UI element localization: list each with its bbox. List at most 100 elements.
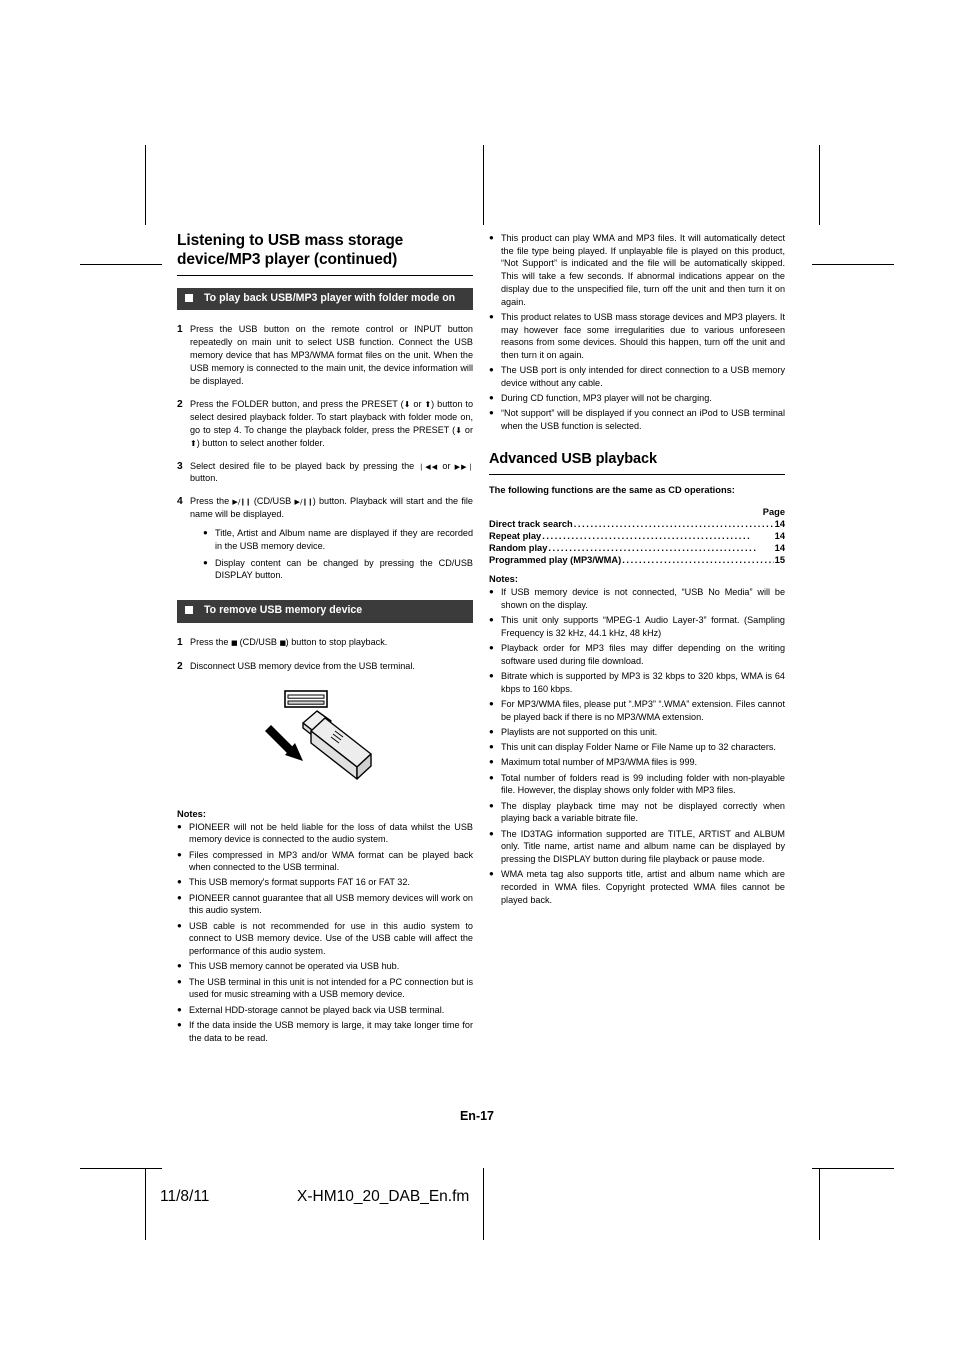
usb-general-notes-list: ● This product can play WMA and MP3 files…: [489, 232, 785, 433]
bullet-icon: ●: [489, 800, 494, 810]
bullet-icon: ●: [489, 757, 494, 767]
list-item-text: This USB memory cannot be operated via U…: [189, 961, 400, 972]
step-number: 1: [177, 324, 183, 336]
list-item: ● The USB port is only intended for direc…: [489, 364, 785, 389]
toc-row: Repeat play ............................…: [489, 530, 785, 542]
list-item: ● The display playback time may not be di…: [489, 800, 785, 825]
list-item-text: For MP3/WMA files, please put “.MP3” “.W…: [501, 698, 785, 722]
list-item: ● This USB memory cannot be operated via …: [177, 960, 473, 973]
toc-label: Programmed play (MP3/WMA): [489, 555, 622, 566]
remove-step-1-part-c: ) button to stop playback.: [285, 636, 388, 647]
toc-leader-dots: ........................................…: [542, 530, 752, 541]
footer-rule-left: [145, 1168, 146, 1240]
list-item: ● WMA meta tag also supports title, artis…: [489, 868, 785, 906]
bullet-icon: ●: [203, 528, 208, 538]
bullet-icon: ●: [489, 615, 494, 625]
remove-step-1: 1 Press the ■ (CD/USB ■) button to stop …: [177, 636, 473, 650]
left-notes-list: ● PIONEER will not be held liable for the…: [177, 821, 473, 1045]
list-item-text: PIONEER cannot guarantee that all USB me…: [189, 892, 473, 916]
list-item-text: External HDD-storage cannot be played ba…: [189, 1004, 445, 1015]
advanced-usb-playback-title: Advanced USB playback: [489, 450, 657, 467]
list-item: ● The USB terminal in this unit is not in…: [177, 976, 473, 1001]
list-item: ● During CD function, MP3 player will not…: [489, 392, 785, 405]
square-bullet-icon: [185, 293, 193, 302]
step-1: 1 Press the USB button on the remote con…: [177, 323, 473, 388]
toc-page-number: 14: [774, 542, 785, 553]
square-bullet-icon: [185, 606, 193, 615]
remove-step-1-part-b: (CD/USB: [237, 636, 280, 647]
play-pause-icon: ▶/❙❙: [294, 498, 314, 507]
bullet-icon: ●: [489, 393, 494, 403]
step-2-part-e: ) button to select another folder.: [196, 437, 325, 448]
list-item: ● Maximum total number of MP3/WMA files i…: [489, 756, 785, 769]
left-column: Listening to USB mass storage device/MP3…: [177, 232, 474, 1047]
step-3-part-b: or: [438, 460, 455, 471]
bullet-icon: ●: [489, 643, 494, 652]
bullet-icon: ●: [177, 877, 182, 887]
list-item: ● USB cable is not recommended for use in…: [177, 920, 473, 958]
footer-band: 11/8/11 X-HM10_20_DAB_En.fm: [0, 1168, 954, 1240]
list-item-text: The USB terminal in this unit is not int…: [189, 976, 473, 1000]
footer-date: 11/8/11: [160, 1188, 210, 1205]
list-item-text: The ID3TAG information supported are TIT…: [501, 828, 785, 865]
step-3-part-c: button.: [190, 473, 218, 484]
toc-label: Random play: [489, 542, 548, 553]
bullet-icon: ●: [177, 849, 182, 859]
bullet-icon: ●: [489, 869, 494, 879]
step-text: Press the ■ (CD/USB ■) button to stop pl…: [190, 636, 473, 650]
list-item-text: Title, Artist and Album name are display…: [215, 528, 473, 551]
toc-row: Random play ............................…: [489, 542, 785, 554]
step-2-part-d: or: [461, 424, 473, 435]
bullet-icon: ●: [177, 1019, 182, 1029]
toc-label: Repeat play: [489, 530, 542, 541]
preset-down-icon: ⬇: [455, 425, 462, 435]
bullet-icon: ●: [177, 821, 182, 831]
bullet-icon: ●: [177, 1004, 182, 1014]
step-text: Select desired file to be played back by…: [190, 460, 474, 486]
bullet-icon: ●: [489, 408, 494, 418]
banner-label: To play back USB/MP3 player with folder …: [204, 291, 456, 304]
advanced-intro-text: The following functions are the same as …: [489, 484, 735, 495]
list-item-text: If the data inside the USB memory is lar…: [189, 1019, 473, 1043]
bullet-icon: ●: [489, 698, 494, 708]
preset-up-icon: ⬆: [190, 438, 197, 448]
bullet-icon: ●: [177, 892, 182, 902]
banner-play-back-folder-mode: To play back USB/MP3 player with folder …: [177, 287, 473, 311]
step-4-sub-bullets: ● Title, Artist and Album name are displ…: [203, 527, 473, 582]
list-item-text: “Not support” will be displayed if you c…: [501, 408, 785, 432]
list-item: ● “Not support” will be displayed if you …: [489, 407, 785, 432]
list-item-text: This product can play WMA and MP3 files.…: [501, 233, 785, 307]
bullet-icon: ●: [489, 311, 494, 321]
page-folio: En-17: [459, 1109, 495, 1123]
bullet-icon: ●: [177, 920, 182, 930]
play-pause-icon: ▶/❙❙: [232, 498, 251, 507]
footer-rule-right: [819, 1168, 820, 1240]
bullet-icon: ●: [489, 726, 494, 736]
usb-removal-figure-svg: [265, 689, 372, 780]
list-item: ● If USB memory device is not connected, …: [489, 586, 785, 611]
bullet-icon: ●: [489, 828, 494, 838]
list-item: ● This product can play WMA and MP3 files…: [489, 232, 785, 308]
bullet-icon: ●: [203, 557, 208, 567]
step-text: Press the ▶/❙❙ (CD/USB ▶/❙❙) button. Pla…: [190, 495, 473, 586]
advanced-title-rule: [489, 473, 785, 475]
step-2: 2 Press the FOLDER button, and press the…: [177, 398, 473, 450]
bullet-icon: ●: [177, 976, 182, 986]
step-number: 4: [177, 496, 183, 508]
list-item-text: During CD function, MP3 player will not …: [501, 393, 712, 404]
step-number: 3: [177, 460, 183, 472]
list-item-text: Playlists are not supported on this unit…: [501, 726, 658, 737]
bullet-icon: ●: [489, 742, 494, 752]
bullet-icon: ●: [489, 587, 494, 597]
remove-step-2: 2 Disconnect USB memory device from the …: [177, 660, 473, 674]
step-text: Press the FOLDER button, and press the P…: [190, 398, 473, 450]
list-item: ● For MP3/WMA files, please put “.MP3” “.…: [489, 698, 785, 723]
toc-leader-dots: ........................................…: [548, 542, 758, 553]
list-item-text: If USB memory device is not connected, “…: [501, 587, 785, 610]
removal-arrow-icon: [265, 724, 303, 761]
toc-page-number: 14: [774, 518, 785, 529]
list-item: ● If the data inside the USB memory is la…: [177, 1019, 473, 1044]
list-item: ● Playback order for MP3 files may differ…: [489, 642, 785, 667]
usb-flash-drive-icon: [302, 709, 372, 780]
bullet-icon: ●: [489, 670, 494, 680]
